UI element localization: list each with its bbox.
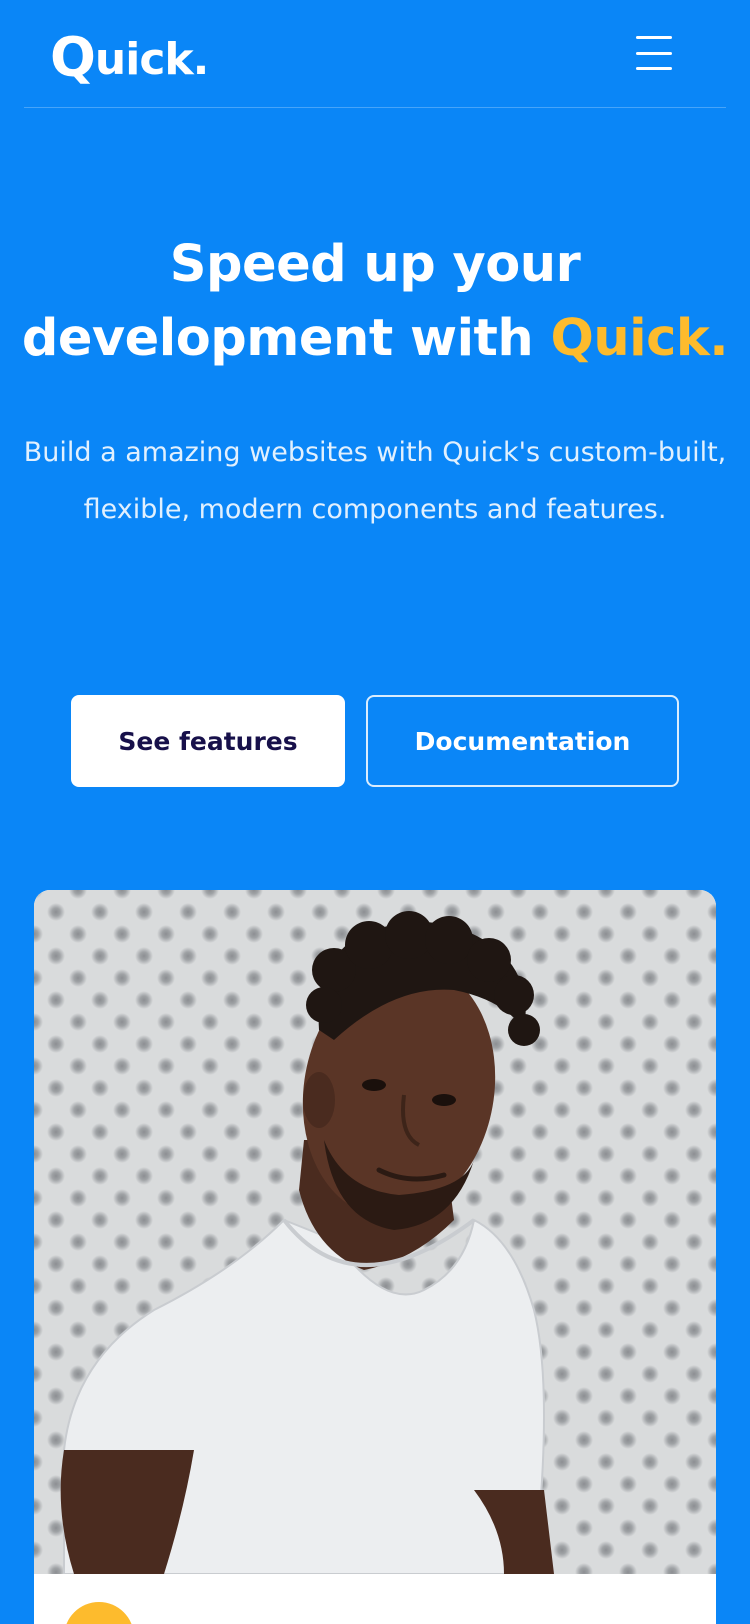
logo-q-letter: Q <box>50 26 96 89</box>
hero-title-line1: Speed up your <box>169 235 581 294</box>
see-features-button[interactable]: See features <box>71 695 345 787</box>
hero-title-line2: development with <box>21 309 551 368</box>
portrait-photo <box>34 890 716 1574</box>
hero-title-accent: Quick. <box>550 309 729 368</box>
documentation-button[interactable]: Documentation <box>366 695 679 787</box>
menu-bar <box>636 36 672 39</box>
hamburger-menu-icon[interactable] <box>634 36 674 70</box>
yellow-circle-icon <box>64 1602 134 1624</box>
card-footer <box>34 1574 716 1624</box>
logo-text: uick. <box>94 34 209 85</box>
hero-title: Speed up your development with Quick. <box>0 228 750 376</box>
hero-image-card <box>34 890 716 1624</box>
menu-bar <box>636 67 672 70</box>
person-illustration <box>60 911 554 1574</box>
brand-logo[interactable]: Quick. <box>50 24 209 92</box>
menu-bar <box>636 51 672 55</box>
navbar: Quick. <box>24 0 726 108</box>
hero-subtitle: Build a amazing websites with Quick's cu… <box>23 437 727 525</box>
